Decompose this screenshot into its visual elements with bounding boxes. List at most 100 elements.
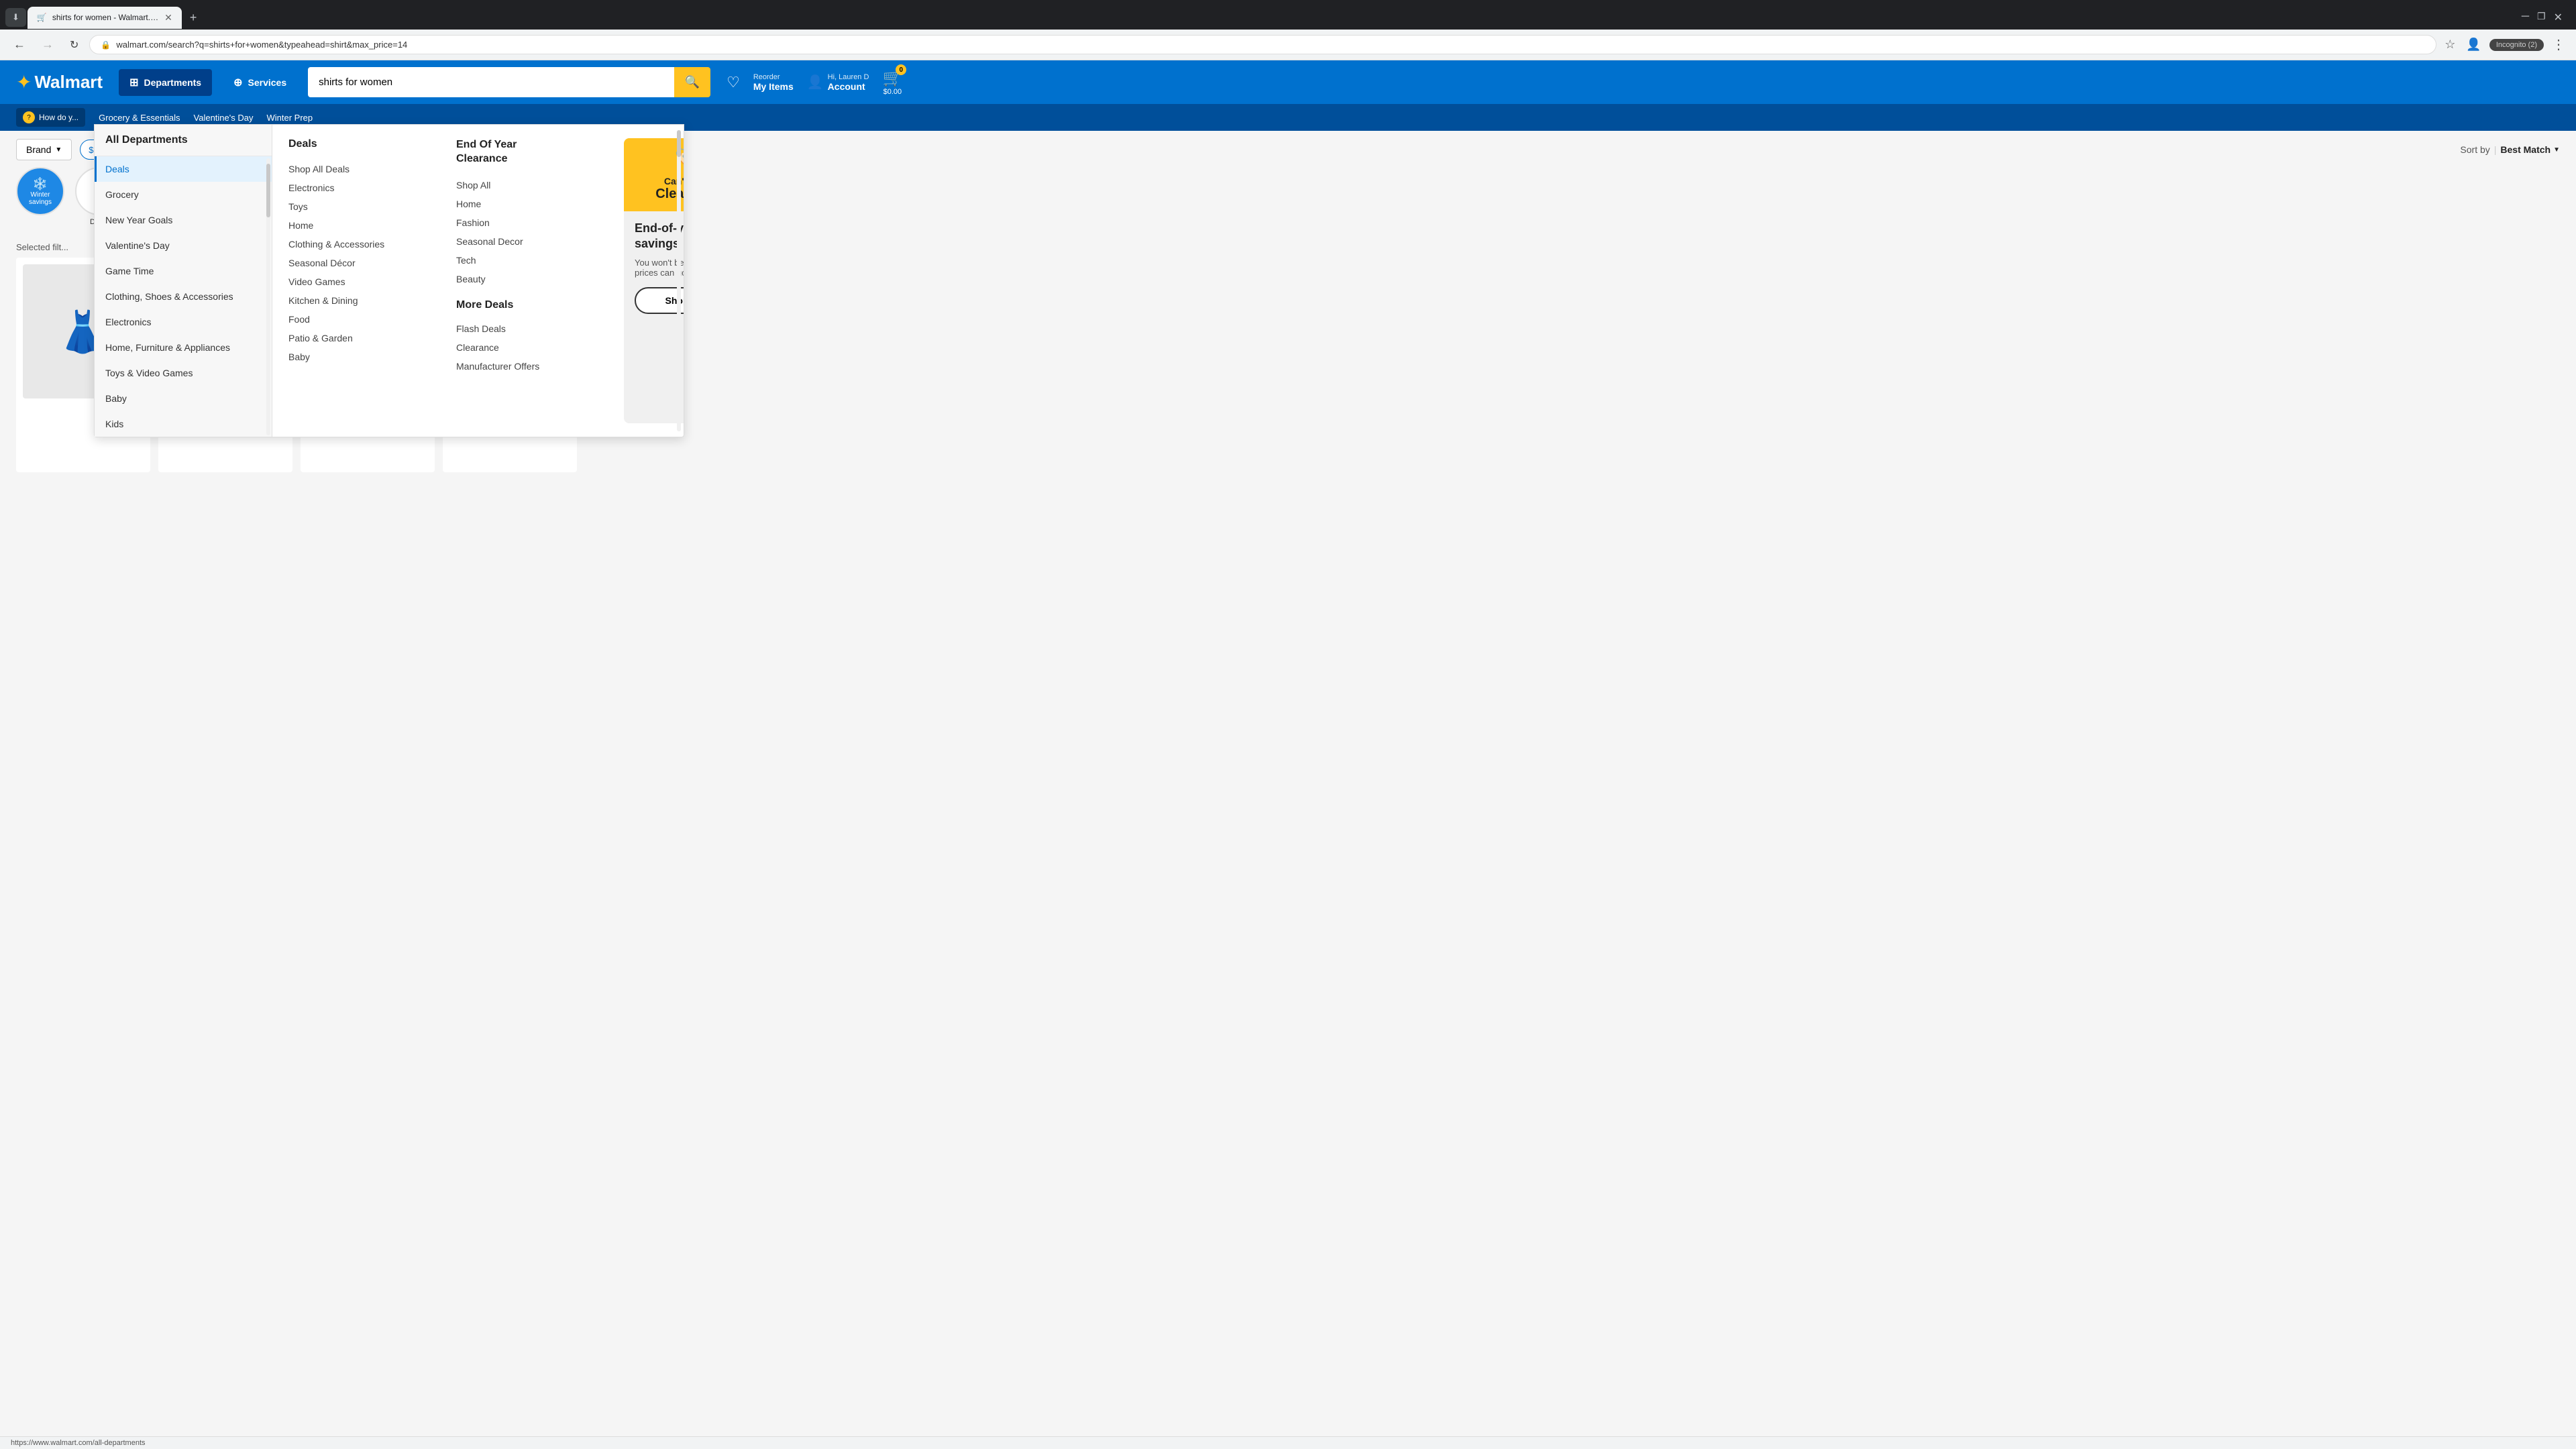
active-tab[interactable]: 🛒 shirts for women - Walmart.co... ✕ (28, 7, 182, 29)
sort-value: Best Match (2500, 144, 2551, 155)
tab-switcher-icon: ⬇ (12, 12, 19, 23)
status-bar: https://www.walmart.com/all-departments (0, 1436, 2576, 1449)
search-btn[interactable]: 🔍 (674, 67, 710, 97)
departments-btn[interactable]: ⊞ Departments (119, 69, 212, 96)
sidebar-item-game-time[interactable]: Game Time (95, 258, 272, 284)
sidebar-item-valentines[interactable]: Valentine's Day (95, 233, 272, 258)
deals-column-title: Deals (288, 138, 402, 150)
account-main: Account (828, 81, 869, 92)
incognito-badge: Incognito (2) (2489, 39, 2544, 51)
cart-btn[interactable]: 🛒 0 $0.00 (882, 68, 902, 96)
deals-item-seasonal[interactable]: Seasonal Décor (288, 254, 402, 272)
address-text[interactable]: walmart.com/search?q=shirts+for+women&ty… (116, 40, 2425, 50)
end-year-beauty[interactable]: Beauty (456, 270, 570, 288)
deals-item-kitchen[interactable]: Kitchen & Dining (288, 291, 402, 310)
end-year-shop-all[interactable]: Shop All (456, 176, 570, 195)
end-year-home[interactable]: Home (456, 195, 570, 213)
search-container: 🔍 (308, 67, 710, 97)
deals-column: Deals Shop All Deals Electronics Toys Ho… (288, 138, 402, 423)
brand-label: Brand (26, 144, 51, 155)
more-deals-flash[interactable]: Flash Deals (456, 319, 570, 338)
browser-chrome: ⬇ 🛒 shirts for women - Walmart.co... ✕ +… (0, 0, 2576, 60)
more-deals-clearance[interactable]: Clearance (456, 338, 570, 357)
browser-toolbar: ← → ↻ 🔒 walmart.com/search?q=shirts+for+… (0, 30, 2576, 60)
page-container: ⬇ 🛒 shirts for women - Walmart.co... ✕ +… (0, 0, 2576, 480)
deals-item-shop-all[interactable]: Shop All Deals (288, 160, 402, 178)
nav-item-winter[interactable]: Winter Prep (266, 113, 313, 123)
back-btn[interactable]: ← (8, 35, 31, 54)
cart-amount: $0.00 (882, 88, 902, 96)
sort-by-label: Sort by (2460, 144, 2489, 155)
deals-item-food[interactable]: Food (288, 310, 402, 329)
services-icon: ⊕ (233, 76, 242, 89)
sidebar-item-toys[interactable]: Toys & Video Games (95, 360, 272, 386)
deals-item-clothing[interactable]: Clothing & Accessories (288, 235, 402, 254)
deals-item-patio[interactable]: Patio & Garden (288, 329, 402, 347)
profile-icon[interactable]: 👤 (2463, 35, 2483, 54)
how-do-i-btn[interactable]: ? How do y... (16, 108, 85, 127)
new-tab-btn[interactable]: + (183, 8, 204, 28)
services-label: Services (248, 77, 287, 88)
deals-item-electronics[interactable]: Electronics (288, 178, 402, 197)
account-action[interactable]: 👤 Hi, Lauren D Account (807, 73, 869, 92)
more-deals-list: Flash Deals Clearance Manufacturer Offer… (456, 319, 570, 376)
header-actions: ♡ Reorder My Items 👤 Hi, Lauren D Accoun… (727, 68, 902, 96)
tab-group-switcher[interactable]: ⬇ (5, 8, 26, 27)
dropdown-scrollbar-thumb[interactable] (677, 130, 681, 157)
end-year-fashion[interactable]: Fashion (456, 213, 570, 232)
deals-item-video-games[interactable]: Video Games (288, 272, 402, 291)
deals-item-toys[interactable]: Toys (288, 197, 402, 216)
sort-select[interactable]: Best Match ▼ (2500, 144, 2560, 155)
sidebar-item-grocery[interactable]: Grocery (95, 182, 272, 207)
dept-sidebar-header: All Departments (95, 125, 272, 156)
dept-sidebar: All Departments Deals Grocery New Year G… (95, 125, 272, 437)
end-year-seasonal[interactable]: Seasonal Decor (456, 232, 570, 251)
sidebar-item-kids[interactable]: Kids (95, 411, 272, 437)
brand-filter-btn[interactable]: Brand ▼ (16, 139, 72, 160)
cart-badge: 0 (896, 64, 906, 75)
more-deals-section: More Deals Flash Deals Clearance Manufac… (456, 299, 570, 376)
account-icon: 👤 (807, 74, 824, 91)
deals-item-home[interactable]: Home (288, 216, 402, 235)
dropdown-scrollbar-track (677, 130, 681, 431)
services-btn[interactable]: ⊕ Services (223, 69, 297, 96)
window-controls: ─ ❐ ✕ (2514, 5, 2571, 30)
tab-title: shirts for women - Walmart.co... (52, 13, 159, 22)
promo-tag: 🏷️ Can't-Miss Clearance (624, 138, 684, 211)
end-year-column: End Of YearClearance Shop All Home Fashi… (456, 138, 570, 423)
restore-icon[interactable]: ❐ (2537, 11, 2546, 24)
deals-item-baby[interactable]: Baby (288, 347, 402, 366)
end-year-tech[interactable]: Tech (456, 251, 570, 270)
reorder-action[interactable]: Reorder My Items (753, 73, 794, 92)
walmart-logo[interactable]: ✦ Walmart (16, 71, 103, 93)
carousel-item-winter-savings[interactable]: ❄️ Winter savings (16, 167, 64, 215)
sidebar-scrollbar-thumb[interactable] (266, 164, 270, 217)
sidebar-item-home[interactable]: Home, Furniture & Appliances (95, 335, 272, 360)
walmart-spark-icon: ✦ (16, 71, 32, 93)
sidebar-item-electronics[interactable]: Electronics (95, 309, 272, 335)
address-bar[interactable]: 🔒 walmart.com/search?q=shirts+for+women&… (89, 35, 2436, 54)
sidebar-item-deals[interactable]: Deals (95, 156, 272, 182)
more-deals-manufacturer[interactable]: Manufacturer Offers (456, 357, 570, 376)
reorder-main: My Items (753, 81, 794, 92)
minimize-icon[interactable]: ─ (2522, 11, 2529, 24)
walmart-header: ✦ Walmart ⊞ Departments ⊕ Services 🔍 ♡ R… (0, 60, 2576, 104)
more-deals-title: More Deals (456, 299, 570, 311)
deals-list: Shop All Deals Electronics Toys Home Clo… (288, 160, 402, 366)
reload-btn[interactable]: ↻ (64, 36, 84, 54)
tab-favicon: 🛒 (37, 13, 47, 22)
menu-icon[interactable]: ⋮ (2549, 34, 2568, 56)
sidebar-item-clothing[interactable]: Clothing, Shoes & Accessories (95, 284, 272, 309)
wishlist-btn[interactable]: ♡ (727, 74, 740, 91)
sidebar-item-new-year[interactable]: New Year Goals (95, 207, 272, 233)
sort-divider: | (2494, 144, 2497, 155)
search-input[interactable] (308, 67, 674, 97)
close-icon[interactable]: ✕ (2554, 11, 2563, 24)
nav-item-grocery[interactable]: Grocery & Essentials (99, 113, 180, 123)
nav-item-valentines[interactable]: Valentine's Day (194, 113, 254, 123)
bookmark-icon[interactable]: ☆ (2442, 35, 2458, 54)
sidebar-item-baby[interactable]: Baby (95, 386, 272, 411)
tab-close-icon[interactable]: ✕ (164, 12, 172, 23)
forward-btn[interactable]: → (36, 35, 59, 54)
circle-icon: ? (23, 111, 35, 123)
